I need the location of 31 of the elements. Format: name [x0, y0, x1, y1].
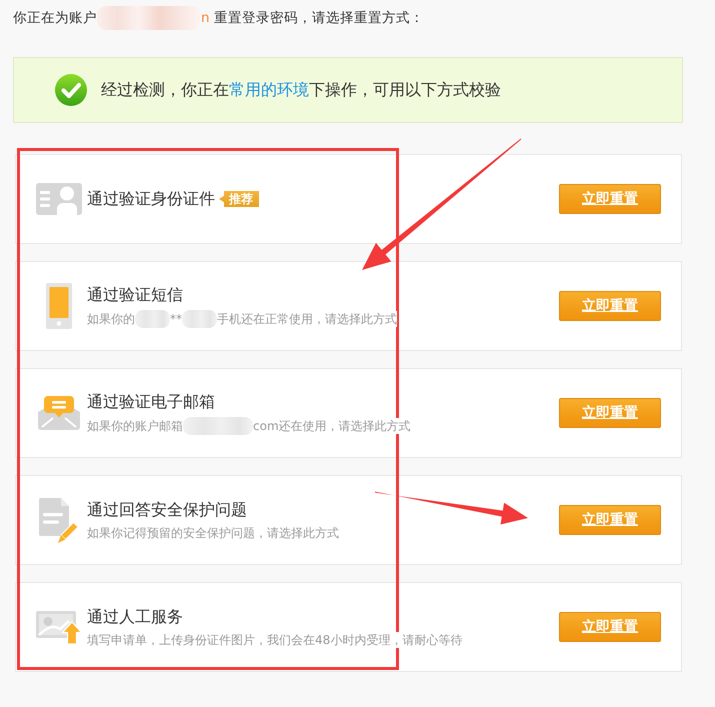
- prompt-text: 重置登录密码，请选择重置方式：: [212, 8, 424, 26]
- reset-button[interactable]: 立即重置: [559, 612, 661, 642]
- blurred-redaction: [135, 310, 170, 328]
- reset-button[interactable]: 立即重置: [559, 505, 661, 535]
- description-text: 手机还在正常使用，请选择此方式: [217, 310, 397, 326]
- description-text: 如果你记得预留的安全保护问题，请选择此方式: [87, 524, 339, 540]
- account-name-text: n: [201, 10, 210, 26]
- description-text: 如果你的账户邮箱: [87, 418, 183, 434]
- recommended-badge: 推荐: [219, 191, 259, 207]
- environment-link[interactable]: 常用的环境: [229, 80, 309, 98]
- method-title: 通过验证身份证件: [87, 189, 215, 209]
- blurred-redaction: [182, 310, 217, 328]
- method-title: 通过人工服务: [87, 606, 183, 626]
- document-pen-icon: [39, 498, 79, 542]
- reset-button[interactable]: 立即重置: [559, 398, 661, 428]
- method-title: 通过验证电子邮箱: [87, 392, 215, 412]
- check-icon: [55, 74, 87, 106]
- method-title: 通过回答安全保护问题: [87, 500, 247, 520]
- description-text: 如果你的: [87, 310, 135, 326]
- blurred-redaction: [183, 416, 253, 434]
- method-title: 通过验证短信: [87, 284, 183, 304]
- description-text: com还在使用，请选择此方式: [253, 418, 411, 434]
- reset-button[interactable]: 立即重置: [559, 291, 661, 321]
- reset-button[interactable]: 立即重置: [559, 184, 661, 214]
- id-card-icon: [36, 183, 82, 215]
- prompt-text: 你正在为账户: [13, 8, 97, 26]
- phone-icon: [46, 283, 72, 329]
- description-text: 填写申请单，上传身份证件图片，我们会在48小时内受理，请耐心等待: [87, 632, 462, 648]
- photo-upload-icon: [36, 610, 82, 644]
- mail-icon: [38, 396, 80, 430]
- notice-text: 经过检测，你正在常用的环境下操作，可用以下方式校验: [101, 80, 501, 100]
